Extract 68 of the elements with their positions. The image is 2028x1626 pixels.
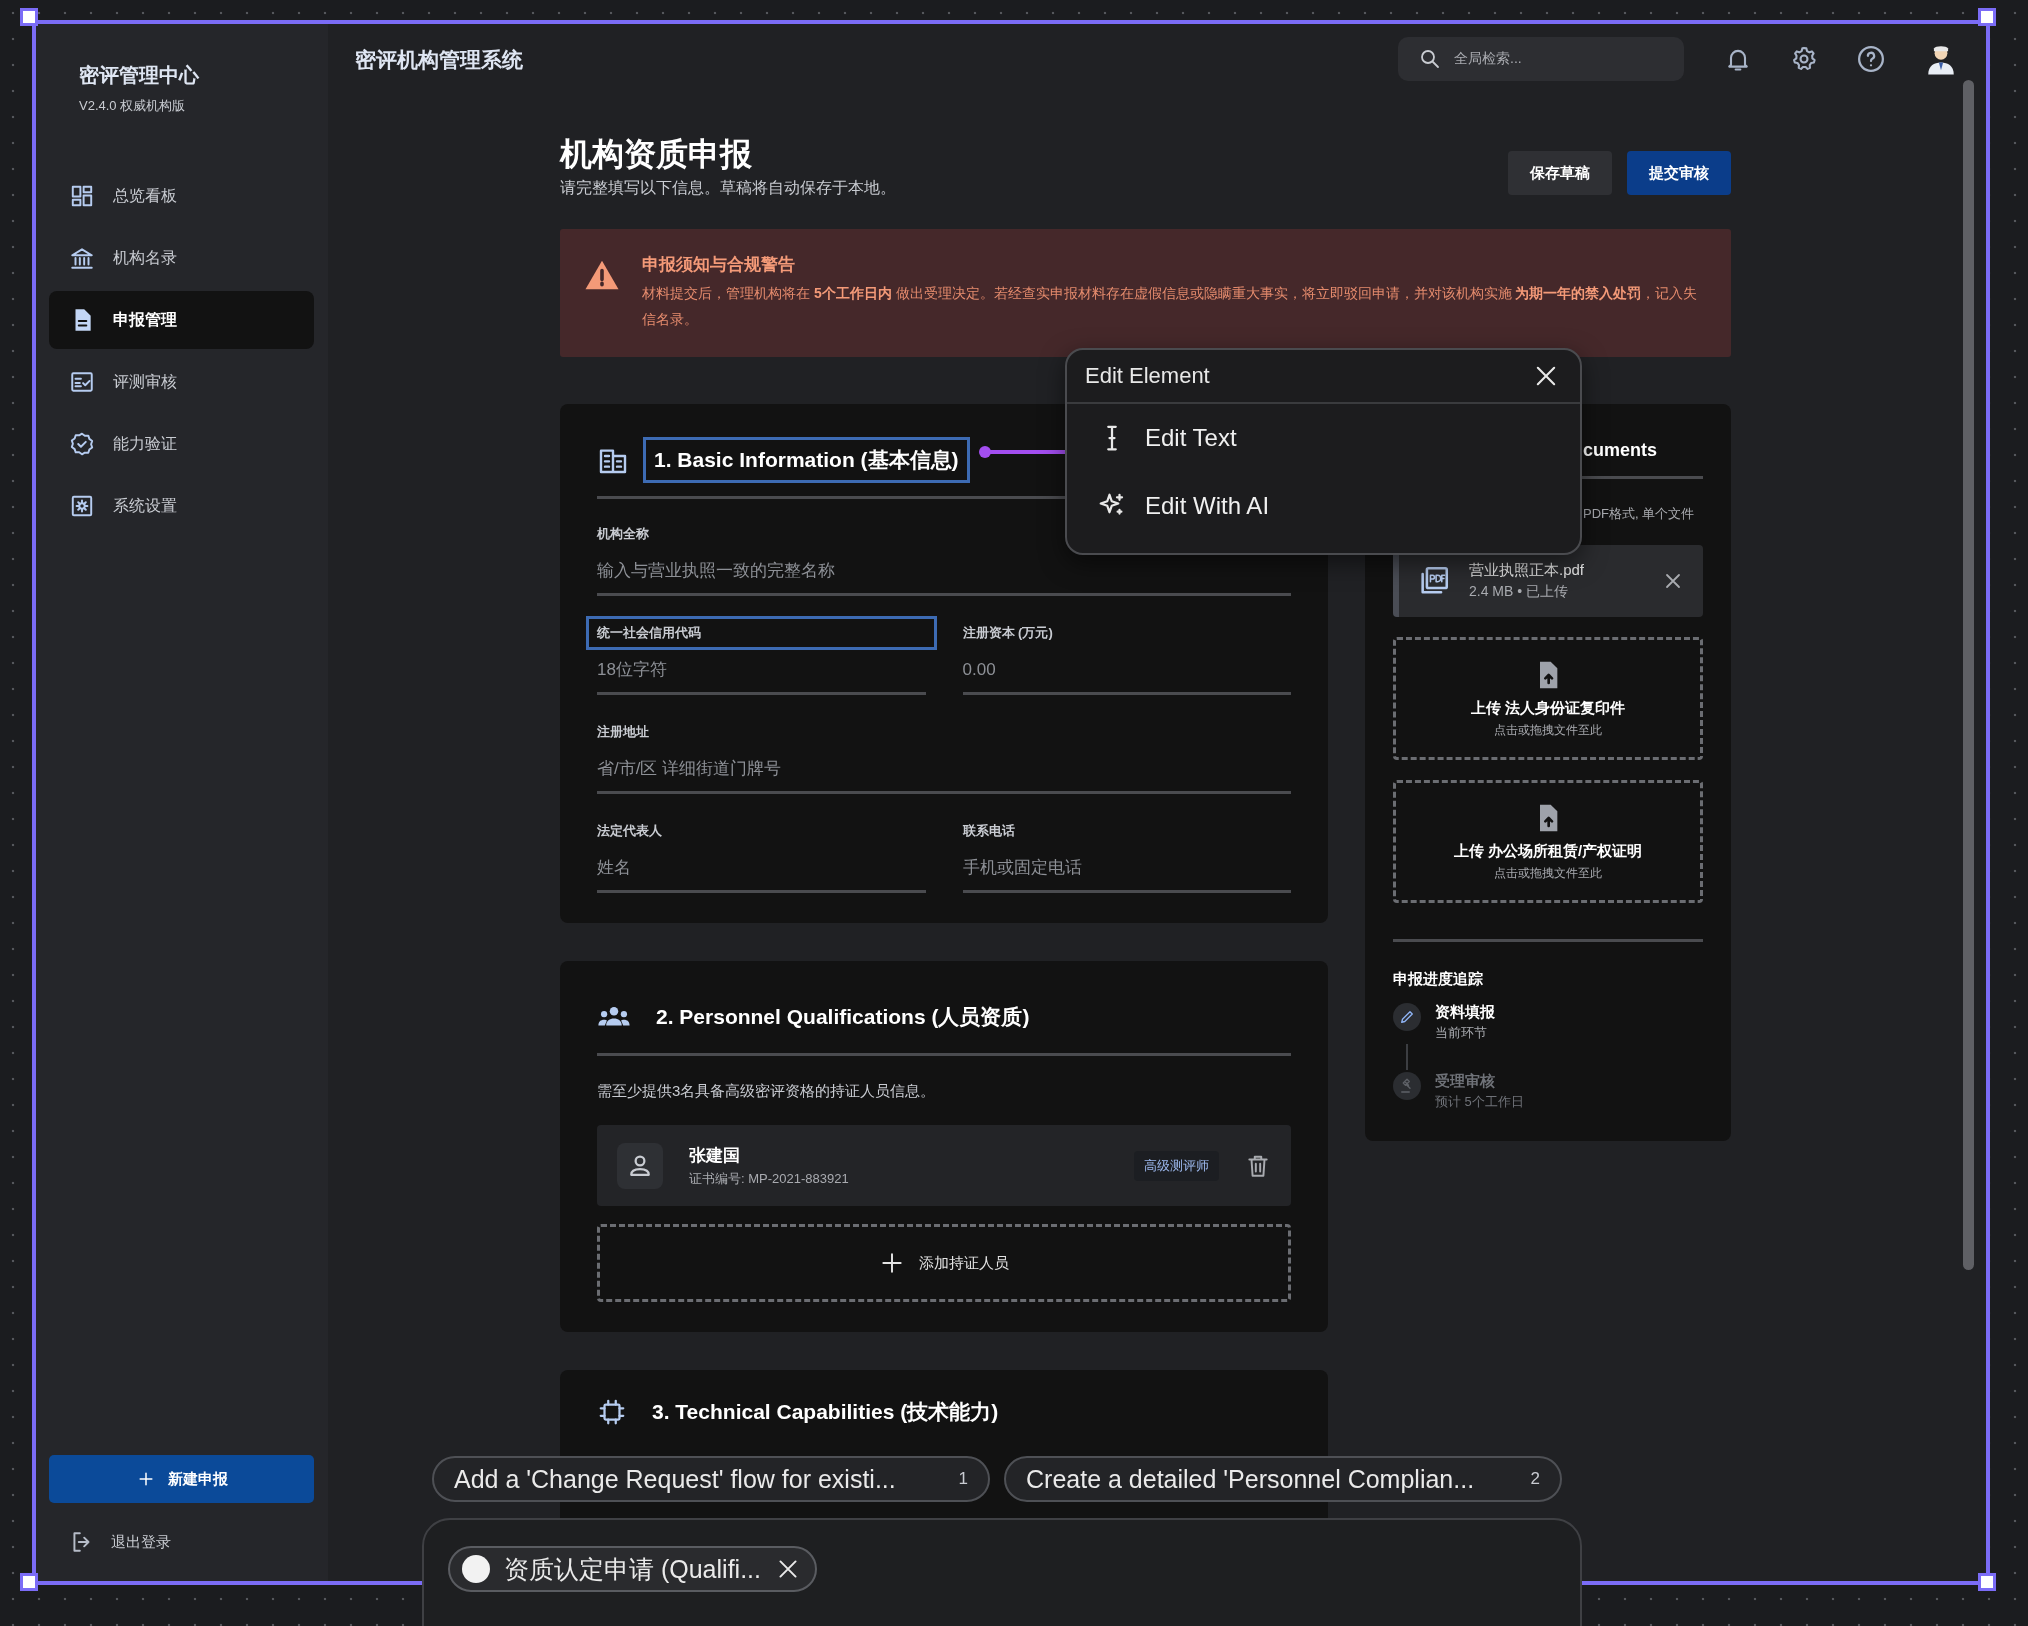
settings-icon bbox=[69, 493, 95, 519]
section-title: 3. Technical Capabilities (技术能力) bbox=[651, 1399, 1000, 1425]
suggestion-chip[interactable]: Add a 'Change Request' flow for existi... 1 bbox=[432, 1456, 990, 1502]
step-note: 预计 5个工作日 bbox=[1435, 1093, 1524, 1111]
resize-handle[interactable] bbox=[1978, 8, 1996, 26]
settings-icon[interactable] bbox=[1790, 45, 1818, 73]
upload-note: PDF格式, 单个文件 bbox=[1582, 505, 1696, 523]
version-label: V2.4.0 权威机构版 bbox=[79, 97, 186, 115]
nav-item[interactable]: 总览看板 bbox=[49, 167, 314, 225]
upload-dropzone[interactable]: 上传 法人身份证复印件 点击或拖拽文件至此 bbox=[1393, 637, 1703, 760]
resize-handle[interactable] bbox=[20, 8, 38, 26]
bank-icon bbox=[69, 245, 95, 271]
new-application-button[interactable]: 新建申报 bbox=[49, 1455, 314, 1503]
logout-link[interactable]: 退出登录 bbox=[69, 1529, 328, 1555]
warning-text: 材料提交后，管理机构将在 5个工作日内 做出受理决定。若经查实申报材料存在虚假信息或隐瞒重大事实，将立即驳回申请，并对该机构实施 为期一年的禁入处罚，记入失信名录。 bbox=[642, 284, 1699, 329]
file-name: 营业执照正本.pdf bbox=[1469, 561, 1585, 580]
search-icon bbox=[1418, 47, 1442, 71]
warning-title: 申报须知与合规警告 bbox=[642, 254, 796, 276]
save-draft-button[interactable]: 保存草稿 bbox=[1508, 151, 1612, 195]
role-tag: 高级测评师 bbox=[1134, 1150, 1219, 1181]
scrollbar[interactable] bbox=[1963, 80, 1974, 1270]
nav-item[interactable]: 能力验证 bbox=[49, 415, 314, 473]
app-title: 密评机构管理系统 bbox=[355, 47, 523, 73]
app-name: 密评管理中心 bbox=[79, 63, 199, 88]
person-name: 张建国 bbox=[689, 1144, 741, 1167]
search-field[interactable]: 全局检索... bbox=[1398, 37, 1684, 81]
input-field[interactable]: 省/市/区 详细街道门牌号 bbox=[597, 755, 1291, 794]
input-field[interactable]: 姓名 bbox=[597, 854, 926, 893]
upload-dropzone[interactable]: 上传 办公场所租赁/产权证明 点击或拖拽文件至此 bbox=[1393, 780, 1703, 903]
nav-item[interactable]: 评测审核 bbox=[49, 353, 314, 411]
field-label: 注册资本 (万元) bbox=[961, 624, 1054, 642]
field-label: 法定代表人 bbox=[596, 822, 663, 840]
input-field[interactable]: 手机或固定电话 bbox=[962, 854, 1291, 893]
field-label: 注册地址 bbox=[596, 723, 650, 741]
file-meta: 2.4 MB • 已上传 bbox=[1469, 583, 1570, 601]
section-title: 1. Basic Information (基本信息) bbox=[643, 437, 970, 483]
certificate-number: 证书编号: MP-2021-883921 bbox=[689, 1169, 849, 1188]
resize-handle[interactable] bbox=[20, 1573, 38, 1591]
field-label: 联系电话 bbox=[961, 822, 1016, 840]
page-thumbnail bbox=[462, 1555, 490, 1583]
help-icon[interactable] bbox=[1856, 44, 1886, 74]
input-field[interactable]: 0.00 bbox=[962, 656, 1291, 695]
section-note: 需至少提供3名具备高级密评资格的持证人员信息。 bbox=[597, 1082, 937, 1101]
context-chip[interactable]: 资质认定申请 (Qualifi... bbox=[448, 1546, 817, 1592]
page-subtitle: 请完整填写以下信息。草稿将自动保存于本地。 bbox=[560, 178, 896, 198]
chip-icon bbox=[597, 1397, 627, 1427]
progress-title: 申报进度追踪 bbox=[1393, 970, 1484, 989]
dashboard-icon bbox=[69, 183, 95, 209]
verified-badge-icon bbox=[69, 431, 95, 457]
page-title: 机构资质申报 bbox=[560, 135, 753, 174]
nav-item[interactable]: 系统设置 bbox=[49, 477, 314, 535]
field-label: 统一社会信用代码 bbox=[586, 616, 937, 650]
checklist-icon bbox=[69, 369, 95, 395]
add-person-button[interactable]: 添加持证人员 bbox=[597, 1224, 1291, 1302]
step-name: 资料填报 bbox=[1435, 1003, 1495, 1022]
section-title: 2. Personnel Qualifications (人员资质) bbox=[655, 1004, 1031, 1030]
field-label: 机构全称 bbox=[595, 525, 650, 543]
nav-item[interactable]: 申报管理 bbox=[49, 291, 314, 349]
nav-item[interactable]: 机构名录 bbox=[49, 229, 314, 287]
submit-button[interactable]: 提交审核 bbox=[1627, 151, 1731, 195]
input-field[interactable]: 输入与营业执照一致的完整名称 bbox=[597, 557, 1291, 596]
step-name: 受理审核 bbox=[1435, 1072, 1496, 1091]
input-field[interactable]: 18位字符 bbox=[597, 656, 926, 695]
resize-handle[interactable] bbox=[1978, 1573, 1996, 1591]
step-note: 当前环节 bbox=[1435, 1024, 1488, 1042]
suggestion-chip[interactable]: Create a detailed 'Personnel Complian... 2 bbox=[1004, 1456, 1562, 1502]
popup-title: Edit Element bbox=[1085, 363, 1210, 389]
pencil-icon bbox=[1398, 1008, 1416, 1026]
